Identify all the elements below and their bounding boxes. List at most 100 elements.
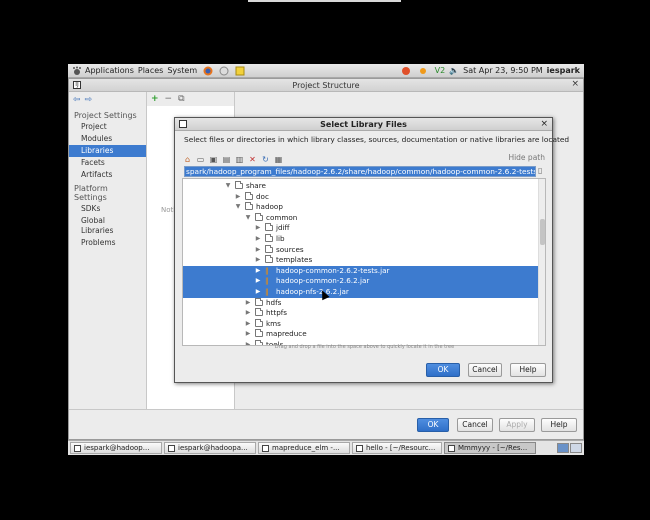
jar-icon: ‖ [265,266,269,275]
nav-item-artifacts[interactable]: Artifacts [69,169,146,181]
close-icon[interactable]: × [571,79,579,89]
expand-arrow-icon[interactable]: ▶ [254,276,262,287]
intellij-icon [262,444,269,452]
tree-row-hadoop-common-2-6-2-jar[interactable]: ▶ ‖ hadoop-common-2.6.2.jar [183,276,539,287]
weather-icon[interactable] [418,66,428,76]
nav-item-modules[interactable]: Modules [69,133,146,145]
dialog-help-button[interactable]: Help [510,363,546,377]
nav-item-libraries[interactable]: Libraries [69,145,146,157]
task-mapreduce[interactable]: mapreduce_elm -... [258,442,350,454]
tree-row-lib[interactable]: ▶ lib [183,234,539,245]
nav-item-global-libraries[interactable]: Global Libraries [69,215,146,235]
expand-arrow-icon[interactable]: ▶ [244,329,252,340]
expand-arrow-icon[interactable]: ▶ [234,192,242,203]
task-terminal-2[interactable]: iespark@hadoopa... [164,442,256,454]
scroll-thumb[interactable] [540,219,545,245]
expand-arrow-icon[interactable]: ▶ [254,287,262,298]
delete-icon[interactable]: ✕ [248,155,257,164]
add-icon[interactable]: + [151,94,159,104]
workspace-2[interactable] [570,443,582,453]
folder-icon [255,329,263,338]
expand-arrow-icon[interactable]: ▶ [254,255,262,266]
expand-arrow-icon[interactable]: ▶ [244,298,252,309]
tree-row-hadoop[interactable]: ▼ hadoop [183,202,539,213]
new-folder-icon[interactable]: ▥ [235,155,244,164]
collapse-arrow-icon[interactable]: ▼ [244,213,252,224]
tree-row-label: share [246,181,266,190]
tree-row-sources[interactable]: ▶ sources [183,244,539,256]
task-terminal-1[interactable]: iespark@hadoop... [70,442,162,454]
expand-arrow-icon[interactable]: ▶ [254,234,262,245]
task-hello[interactable]: hello - [~/Resourc... [352,442,442,454]
module-icon[interactable]: ▤ [222,155,231,164]
copy-icon[interactable]: ⧉ [178,94,184,104]
system-menu[interactable]: System [167,66,197,75]
tree-row-share[interactable]: ▼ share [183,181,539,192]
tree-row-httpfs[interactable]: ▶ httpfs [183,308,539,319]
tree-row-jdiff[interactable]: ▶ jdiff [183,223,539,234]
show-hidden-icon[interactable]: ▦ [274,155,283,164]
help-button[interactable]: Help [541,418,577,432]
expand-arrow-icon[interactable]: ▶ [254,266,262,277]
file-tree[interactable]: ▶ tools ▶ mapreduce ▶ kms ▶ httpfs ▶ hdfs ▶ ‖ hadoop… [182,178,546,346]
forward-arrow-icon[interactable]: ⇨ [85,95,93,105]
update-icon[interactable] [401,66,411,76]
cancel-button[interactable]: Cancel [457,418,493,432]
ok-button[interactable]: OK [417,418,449,432]
folder-icon [265,244,273,253]
remove-icon[interactable]: − [165,94,173,104]
nav-section-title: Platform Settings [74,184,108,202]
desktop-icon[interactable]: ▭ [196,155,205,164]
task-label: mapreduce_elm -... [272,444,340,452]
project-icon[interactable]: ▣ [209,155,218,164]
workspace-switcher[interactable] [557,443,584,453]
dialog-close-icon[interactable]: × [540,118,548,131]
nav-item-facets[interactable]: Facets [69,157,146,169]
nav-item-project[interactable]: Project [69,121,146,133]
collapse-arrow-icon[interactable]: ▼ [224,181,232,192]
expand-arrow-icon[interactable]: ▶ [244,308,252,319]
hide-path-link[interactable]: Hide path [508,153,545,162]
tree-row-templates[interactable]: ▶ templates [183,255,539,266]
expand-arrow-icon[interactable]: ▶ [254,245,262,256]
tree-row-common[interactable]: ▼ common [183,212,539,224]
tree-row-hdfs[interactable]: ▶ hdfs [183,297,539,309]
panel-datetime[interactable]: Sat Apr 23, 9:50 PM [463,66,543,75]
expand-arrow-icon[interactable]: ▶ [254,223,262,234]
tree-row-hadoop-common-2-6-2-tests-jar[interactable]: ▶ ‖ hadoop-common-2.6.2-tests.jar [183,265,539,277]
applications-menu[interactable]: Applications [72,66,134,76]
dialog-ok-button[interactable]: OK [426,363,460,377]
refresh-icon[interactable]: ↻ [261,155,270,164]
tree-row-label: hadoop [256,202,283,212]
tree-row-doc[interactable]: ▶ doc [183,191,539,203]
collapse-arrow-icon[interactable]: ▼ [234,202,242,213]
path-history-icon[interactable]: ▯ [538,166,542,175]
mail-icon[interactable] [219,66,229,76]
workspace-1[interactable] [557,443,569,453]
network-icon[interactable]: V2 [435,66,446,75]
task-mmmyyy[interactable]: Mmmyyy - [~/Res... [444,442,536,454]
tree-scrollbar[interactable] [538,179,545,345]
path-field[interactable]: spark/hadoop_program_files/hadoop-2.6.2/… [184,166,536,177]
tree-row-mapreduce[interactable]: ▶ mapreduce [183,329,539,340]
notes-icon[interactable] [235,66,245,76]
nav-arrows: ⇦ ⇨ [69,92,146,108]
tree-row-label: hadoop-common-2.6.2.jar [276,276,370,286]
nav-item-problems[interactable]: Problems [69,237,146,249]
terminal-icon [74,444,81,452]
panel-user[interactable]: iespark [547,66,580,75]
tree-row-hadoop-nfs-2-6-2-jar[interactable]: ▶ ‖ hadoop-nfs-2.6.2.jar [183,287,539,298]
folder-icon [255,297,263,306]
expand-arrow-icon[interactable]: ▶ [244,319,252,330]
firefox-icon[interactable] [203,66,213,76]
nav-item-sdks[interactable]: SDKs [69,203,146,215]
apply-button[interactable]: Apply [499,418,535,432]
dialog-cancel-button[interactable]: Cancel [468,363,502,377]
back-arrow-icon[interactable]: ⇦ [73,95,81,105]
volume-icon[interactable]: 🔈 [449,66,459,75]
home-icon[interactable]: ⌂ [183,155,192,164]
task-label: iespark@hadoop... [84,444,150,452]
places-menu[interactable]: Places [138,66,163,75]
task-label: hello - [~/Resourc... [366,444,436,452]
tree-row-kms[interactable]: ▶ kms [183,318,539,330]
